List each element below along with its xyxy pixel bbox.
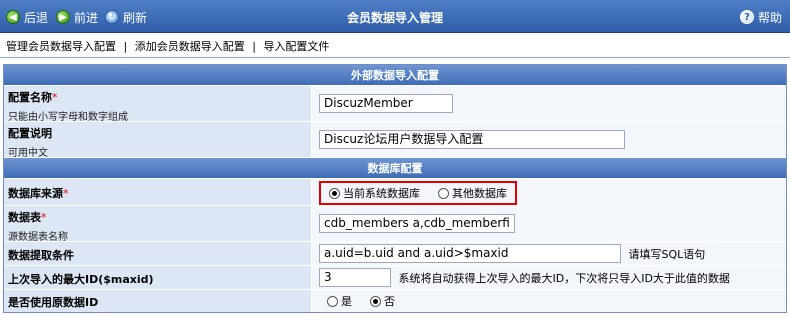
add-import-config-link[interactable]: 添加会员数据导入配置 xyxy=(135,40,245,53)
config-name-row: 配置名称* 只能由小写字母和数字组成 DiscuzMember xyxy=(4,86,786,123)
db-source-current-label: 当前系统数据库 xyxy=(343,187,420,200)
section-header-external: 外部数据导入配置 xyxy=(4,65,786,86)
last-max-id-row: 上次导入的最大ID($maxid) 3 系统将自动获得上次导入的最大ID，下次将… xyxy=(4,266,786,290)
data-table-hint: 源数据表名称 xyxy=(8,232,68,243)
required-mark: * xyxy=(63,187,69,200)
import-config-form: 外部数据导入配置 配置名称* 只能由小写字母和数字组成 DiscuzMember… xyxy=(3,64,787,313)
config-name-hint: 只能由小写字母和数字组成 xyxy=(8,112,128,123)
db-source-value-cell: 当前系统数据库 其他数据库 xyxy=(313,179,786,205)
use-original-id-no-radio[interactable]: 否 xyxy=(370,293,395,309)
manage-import-config-link[interactable]: 管理会员数据导入配置 xyxy=(6,40,116,53)
use-original-id-radio-group: 是 否 xyxy=(319,293,403,309)
radio-unselected-icon xyxy=(438,187,449,199)
last-max-id-note: 系统将自动获得上次导入的最大ID，下次将只导入ID大于此值的数据 xyxy=(398,271,730,285)
last-max-id-label-cell: 上次导入的最大ID($maxid) xyxy=(4,266,312,289)
config-desc-label: 配置说明 xyxy=(8,127,52,140)
use-original-id-label: 是否使用原数据ID xyxy=(8,296,99,309)
use-original-id-row: 是否使用原数据ID 是 否 xyxy=(4,290,786,312)
fetch-condition-label: 数据提取条件 xyxy=(8,249,74,262)
config-desc-label-cell: 配置说明 可用中文 xyxy=(4,122,312,159)
use-original-id-yes-label: 是 xyxy=(341,295,352,308)
data-table-value-cell: cdb_members a,cdb_memberfi xyxy=(313,206,786,241)
help-button[interactable]: ? 帮助 xyxy=(740,8,782,26)
link-separator: | xyxy=(123,40,128,53)
use-original-id-no-label: 否 xyxy=(384,295,395,308)
section-header-database: 数据库配置 xyxy=(4,158,786,179)
db-source-current-radio[interactable]: 当前系统数据库 xyxy=(329,185,420,201)
required-mark: * xyxy=(41,211,47,224)
fetch-condition-label-cell: 数据提取条件 xyxy=(4,242,312,265)
data-table-label: 数据表 xyxy=(8,211,41,224)
required-mark: * xyxy=(52,91,58,104)
help-icon: ? xyxy=(740,10,754,24)
radio-selected-icon xyxy=(329,187,340,199)
radio-unselected-icon xyxy=(327,295,338,307)
top-toolbar: ◀ 后退 ▶ 前进 ↻ 刷新 会员数据导入管理 ? 帮助 xyxy=(0,0,790,33)
page-title: 会员数据导入管理 xyxy=(346,11,443,25)
config-desc-value-cell: Discuz论坛用户数据导入配置 xyxy=(313,122,786,157)
fetch-condition-input[interactable]: a.uid=b.uid and a.uid>$maxid xyxy=(319,244,621,263)
import-config-file-link[interactable]: 导入配置文件 xyxy=(263,40,329,53)
data-table-row: 数据表* 源数据表名称 cdb_members a,cdb_memberfi xyxy=(4,206,786,243)
config-desc-hint: 可用中文 xyxy=(8,148,48,159)
last-max-id-input[interactable]: 3 xyxy=(319,268,391,287)
link-separator: | xyxy=(252,40,256,53)
config-desc-row: 配置说明 可用中文 Discuz论坛用户数据导入配置 xyxy=(4,122,786,159)
last-max-id-label: 上次导入的最大ID($maxid) xyxy=(8,273,154,286)
db-source-label-cell: 数据库来源* xyxy=(4,179,312,205)
config-name-input[interactable]: DiscuzMember xyxy=(319,94,453,113)
last-max-id-value-cell: 3 系统将自动获得上次导入的最大ID，下次将只导入ID大于此值的数据 xyxy=(313,266,786,289)
use-original-id-label-cell: 是否使用原数据ID xyxy=(4,290,312,312)
db-source-other-label: 其他数据库 xyxy=(452,187,507,200)
help-label: 帮助 xyxy=(758,10,783,25)
db-source-label: 数据库来源 xyxy=(8,187,63,200)
data-table-input[interactable]: cdb_members a,cdb_memberfi xyxy=(319,214,515,233)
config-name-value-cell: DiscuzMember xyxy=(313,86,786,121)
fetch-condition-row: 数据提取条件 a.uid=b.uid and a.uid>$maxid 请填写S… xyxy=(4,242,786,266)
config-name-label: 配置名称 xyxy=(8,91,52,104)
use-original-id-value-cell: 是 否 xyxy=(313,290,786,312)
db-source-row: 数据库来源* 当前系统数据库 其他数据库 xyxy=(4,179,786,206)
use-original-id-yes-radio[interactable]: 是 xyxy=(327,293,352,309)
data-table-label-cell: 数据表* 源数据表名称 xyxy=(4,206,312,243)
fetch-condition-value-cell: a.uid=b.uid and a.uid>$maxid 请填写SQL语句 xyxy=(313,242,786,265)
action-link-bar: 管理会员数据导入配置 | 添加会员数据导入配置 | 导入配置文件 xyxy=(0,34,790,58)
db-source-radio-group: 当前系统数据库 其他数据库 xyxy=(319,181,517,205)
db-source-other-radio[interactable]: 其他数据库 xyxy=(438,185,507,201)
config-name-label-cell: 配置名称* 只能由小写字母和数字组成 xyxy=(4,86,312,123)
config-desc-input[interactable]: Discuz论坛用户数据导入配置 xyxy=(319,130,625,149)
radio-selected-icon xyxy=(370,295,381,307)
fetch-condition-note: 请填写SQL语句 xyxy=(628,247,706,261)
